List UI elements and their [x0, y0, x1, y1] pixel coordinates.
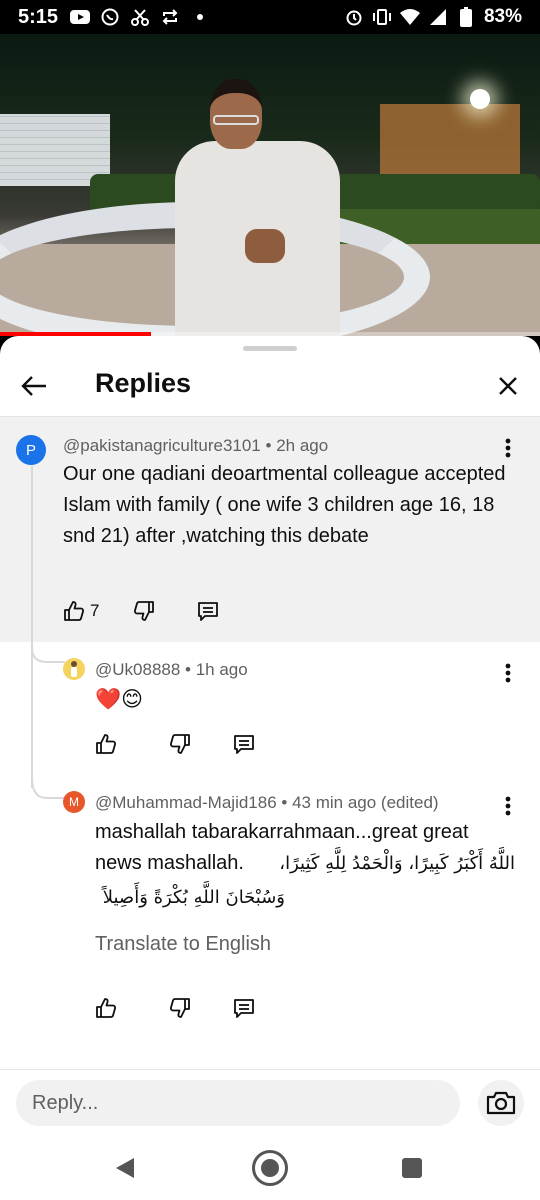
replies-sheet: Replies P @pakistanagriculture3101 • 2h … [0, 336, 540, 1200]
more-vert-icon [505, 438, 511, 458]
comment-text-latin: news mashallah. [95, 852, 244, 874]
reply-placeholder: Reply... [32, 1091, 99, 1114]
reply-input[interactable]: Reply... [16, 1080, 460, 1126]
sheet-title: Replies [95, 368, 192, 398]
comment-icon [198, 602, 219, 621]
avatar[interactable] [63, 658, 85, 680]
system-nav-bar [0, 1136, 540, 1200]
comment-author[interactable]: @Muhammad-Majid186 [95, 793, 277, 812]
status-time: 5:15 [18, 5, 59, 28]
reply-button[interactable] [232, 732, 256, 756]
comment-icon [234, 999, 254, 1018]
camera-button[interactable] [478, 1080, 524, 1126]
thumbs-up-icon [96, 734, 117, 754]
vibrate-icon [372, 7, 392, 27]
comment-text: mashallah tabarakarrahmaan...great great [95, 821, 469, 843]
more-options-button[interactable] [498, 434, 518, 462]
signal-icon [428, 7, 448, 27]
reply-button[interactable] [232, 996, 256, 1020]
video-scene-light [470, 89, 490, 109]
comment-meta: @Muhammad-Majid186 • 43 min ago (edited) [95, 793, 439, 813]
video-scene-building [380, 104, 520, 184]
comment-icon [234, 735, 254, 754]
comment-meta: @Uk08888 • 1h ago [95, 660, 248, 680]
back-button[interactable] [16, 368, 52, 404]
home-dot-icon [261, 1159, 279, 1177]
translate-link[interactable]: Translate to English [95, 933, 271, 956]
alarm-icon [344, 7, 364, 27]
video-player[interactable] [0, 34, 540, 336]
comment-text: Our one qadiani deoartmental colleague a… [63, 463, 506, 547]
close-icon [499, 377, 517, 395]
scissors-icon [130, 7, 150, 27]
close-button[interactable] [490, 368, 526, 404]
more-options-button[interactable] [498, 792, 518, 820]
comment-author[interactable]: @Uk08888 [95, 660, 180, 679]
nav-recents-button[interactable] [402, 1158, 422, 1178]
thumbs-down-icon [169, 734, 190, 754]
comment-time: • 2h ago [265, 436, 329, 455]
thumbs-down-icon [134, 601, 155, 621]
reply-button[interactable] [196, 599, 220, 623]
avatar[interactable]: P [16, 435, 46, 465]
drag-handle[interactable] [243, 346, 297, 351]
person-silhouette-icon [71, 661, 77, 677]
like-button[interactable] [62, 599, 86, 623]
parent-comment: P @pakistanagriculture3101 • 2h ago Our … [0, 417, 540, 642]
thread-line [31, 466, 33, 788]
camera-icon [486, 1091, 516, 1115]
dot-icon [190, 7, 210, 27]
comment-time: • 1h ago [185, 660, 248, 679]
comment-text: ❤️😊 [95, 688, 144, 711]
more-vert-icon [505, 796, 511, 816]
comment-author[interactable]: @pakistanagriculture3101 [63, 436, 261, 455]
comment-time: • 43 min ago (edited) [281, 793, 439, 812]
comment-text-arabic-line3: وَسُبْحَانَ اللَّهِ بُكْرَةً وَأَصِيلاً [102, 887, 285, 908]
comment-actions: 7 [62, 599, 220, 623]
thumbs-up-icon [96, 998, 117, 1018]
video-person [175, 79, 345, 336]
battery-icon [456, 7, 476, 27]
wifi-icon [399, 7, 420, 27]
nav-back-icon[interactable] [114, 1156, 136, 1180]
whatsapp-icon [100, 7, 120, 27]
status-bar: 5:15 83% [0, 0, 540, 34]
battery-percent: 83% [483, 6, 522, 27]
comment-actions [94, 996, 256, 1020]
dislike-button[interactable] [168, 996, 192, 1020]
thumbs-down-icon [169, 998, 190, 1018]
dislike-button[interactable] [168, 732, 192, 756]
comment-meta: @pakistanagriculture3101 • 2h ago [63, 436, 328, 456]
comment-actions [94, 732, 256, 756]
nav-home-button[interactable] [252, 1150, 288, 1186]
avatar[interactable]: M [63, 791, 85, 813]
like-button[interactable] [94, 996, 118, 1020]
avatar-letter: P [25, 441, 36, 459]
like-button[interactable] [94, 732, 118, 756]
dislike-button[interactable] [132, 599, 156, 623]
reply-bar-divider [0, 1069, 540, 1070]
system-icons: 83% [344, 6, 522, 28]
like-count: 7 [90, 601, 100, 620]
comment-text-line2: news mashallah. اللَّهُ أَكْبَرُ كَبِيرً… [95, 848, 515, 879]
avatar-letter: M [69, 795, 79, 809]
repeat-icon [160, 7, 180, 27]
youtube-icon [70, 7, 91, 27]
notification-icons [70, 7, 210, 27]
thumbs-up-icon [64, 601, 85, 621]
comment-text-arabic: اللَّهُ أَكْبَرُ كَبِيرًا، وَالْحَمْدُ ل… [279, 853, 515, 874]
more-vert-icon [505, 663, 511, 683]
more-options-button[interactable] [498, 659, 518, 687]
sheet-header: Replies [0, 356, 540, 416]
back-arrow-icon [21, 376, 46, 396]
